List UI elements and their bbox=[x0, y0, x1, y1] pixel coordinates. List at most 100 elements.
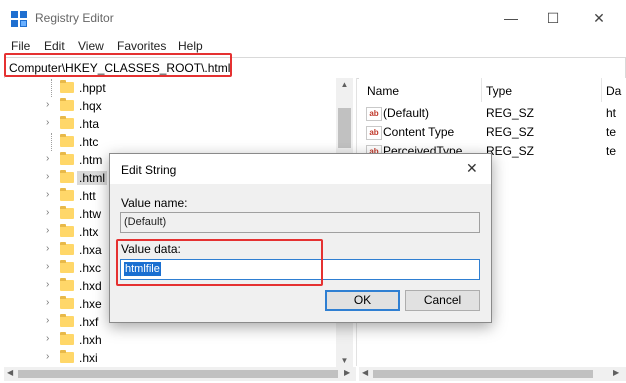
list-item[interactable]: ab (Default) REG_SZ ht bbox=[359, 104, 626, 122]
expand-chevron-icon[interactable]: › bbox=[46, 315, 49, 326]
tree-item-label: .hxf bbox=[79, 315, 99, 329]
folder-icon bbox=[60, 134, 74, 147]
tree-item-label: .htc bbox=[79, 135, 99, 149]
expand-chevron-icon[interactable]: › bbox=[46, 99, 49, 110]
close-button[interactable]: ✕ bbox=[576, 0, 622, 36]
folder-icon bbox=[60, 98, 74, 111]
tree-item[interactable]: › .hxh bbox=[4, 331, 334, 349]
folder-icon bbox=[60, 152, 74, 165]
value-type: REG_SZ bbox=[486, 144, 535, 158]
string-value-icon: ab bbox=[366, 126, 382, 140]
folder-icon bbox=[60, 80, 74, 93]
tree-item-label: .htm bbox=[79, 153, 103, 167]
expand-chevron-icon[interactable]: › bbox=[46, 297, 49, 308]
cancel-button[interactable]: Cancel bbox=[405, 290, 480, 311]
value-data: te bbox=[606, 125, 617, 139]
expand-chevron-icon[interactable]: › bbox=[46, 153, 49, 164]
value-name: Content Type bbox=[383, 125, 455, 139]
menu-help[interactable]: Help bbox=[178, 39, 203, 53]
scroll-up-arrow-icon[interactable]: ▲ bbox=[336, 80, 353, 89]
expand-chevron-icon[interactable]: › bbox=[46, 225, 49, 236]
folder-icon bbox=[60, 206, 74, 219]
column-type-header[interactable]: Type bbox=[486, 84, 512, 98]
value-name: (Default) bbox=[383, 106, 430, 120]
folder-icon bbox=[60, 224, 74, 237]
tree-item-label: .html bbox=[77, 171, 108, 185]
column-divider[interactable] bbox=[481, 78, 482, 102]
scroll-thumb[interactable] bbox=[18, 370, 338, 378]
tree-item-label: .htt bbox=[79, 189, 96, 203]
ok-button[interactable]: OK bbox=[325, 290, 400, 311]
minimize-button[interactable]: — bbox=[488, 0, 534, 36]
registry-editor-icon bbox=[11, 11, 27, 27]
value-data: ht bbox=[606, 106, 617, 120]
tree-item-label: .hxi bbox=[79, 351, 98, 365]
folder-icon bbox=[60, 260, 74, 273]
folder-icon bbox=[60, 242, 74, 255]
tree-item-label: .hxd bbox=[79, 279, 102, 293]
tree-connector bbox=[51, 79, 58, 97]
scroll-down-arrow-icon[interactable]: ▼ bbox=[336, 356, 353, 365]
title-bar: Registry Editor — ☐ ✕ bbox=[0, 0, 626, 36]
expand-chevron-icon[interactable]: › bbox=[46, 351, 49, 362]
scroll-right-arrow-icon[interactable]: ▶ bbox=[613, 368, 619, 377]
string-value-icon: ab bbox=[366, 107, 382, 121]
expand-chevron-icon[interactable]: › bbox=[46, 171, 49, 182]
dialog-close-icon[interactable]: ✕ bbox=[466, 160, 478, 177]
menu-file[interactable]: File bbox=[11, 39, 30, 53]
list-horizontal-scrollbar[interactable]: ◀ ▶ bbox=[359, 367, 626, 381]
expand-chevron-icon[interactable]: › bbox=[46, 279, 49, 290]
tree-item-label: .hxa bbox=[79, 243, 102, 257]
expand-chevron-icon[interactable]: › bbox=[46, 189, 49, 200]
expand-chevron-icon[interactable]: › bbox=[46, 243, 49, 254]
expand-chevron-icon[interactable]: › bbox=[46, 207, 49, 218]
folder-icon bbox=[60, 188, 74, 201]
edit-string-dialog: Edit String ✕ Value name: (Default) Valu… bbox=[109, 153, 492, 323]
tree-horizontal-scrollbar[interactable]: ◀ ▶ bbox=[4, 367, 356, 381]
expand-chevron-icon[interactable]: › bbox=[46, 333, 49, 344]
scroll-thumb[interactable] bbox=[373, 370, 593, 378]
address-highlight-box bbox=[4, 53, 232, 77]
list-item[interactable]: ab Content Type REG_SZ te bbox=[359, 123, 626, 141]
scroll-right-arrow-icon[interactable]: ▶ bbox=[344, 368, 350, 377]
value-name-field: (Default) bbox=[120, 212, 480, 233]
expand-chevron-icon[interactable]: › bbox=[46, 261, 49, 272]
menu-edit[interactable]: Edit bbox=[44, 39, 65, 53]
maximize-button[interactable]: ☐ bbox=[530, 0, 576, 36]
value-data: te bbox=[606, 144, 617, 158]
folder-icon bbox=[60, 278, 74, 291]
tree-item-label: .hppt bbox=[79, 81, 106, 95]
tree-item[interactable]: › .hqx bbox=[4, 97, 334, 115]
value-type: REG_SZ bbox=[486, 125, 535, 139]
dialog-title: Edit String bbox=[121, 163, 177, 177]
menu-view[interactable]: View bbox=[78, 39, 104, 53]
tree-item-label: .htw bbox=[79, 207, 102, 221]
tree-item-label: .htx bbox=[79, 225, 99, 239]
tree-item[interactable]: › .hxi bbox=[4, 349, 334, 366]
folder-icon bbox=[60, 296, 74, 309]
column-data-header[interactable]: Da bbox=[606, 84, 621, 98]
tree-item[interactable]: .htc bbox=[4, 133, 334, 151]
tree-item-label: .hxh bbox=[79, 333, 102, 347]
tree-item[interactable]: › .hta bbox=[4, 115, 334, 133]
expand-chevron-icon[interactable]: › bbox=[46, 117, 49, 128]
menu-favorites[interactable]: Favorites bbox=[117, 39, 166, 53]
folder-icon bbox=[60, 332, 74, 345]
value-type: REG_SZ bbox=[486, 106, 535, 120]
value-data-highlight-box bbox=[116, 239, 323, 286]
scroll-left-arrow-icon[interactable]: ◀ bbox=[362, 368, 368, 377]
column-divider[interactable] bbox=[601, 78, 602, 102]
tree-item-label: .hta bbox=[79, 117, 100, 131]
scroll-left-arrow-icon[interactable]: ◀ bbox=[7, 368, 13, 377]
scroll-thumb[interactable] bbox=[338, 108, 351, 148]
folder-icon bbox=[60, 350, 74, 363]
window-title: Registry Editor bbox=[35, 11, 114, 25]
tree-item-label: .hqx bbox=[79, 99, 102, 113]
tree-item[interactable]: .hppt bbox=[4, 79, 334, 97]
folder-icon bbox=[60, 116, 74, 129]
column-name-header[interactable]: Name bbox=[367, 84, 399, 98]
dialog-title-bar: Edit String ✕ bbox=[110, 154, 491, 184]
value-name-label: Value name: bbox=[121, 196, 188, 210]
tree-item-label: .hxe bbox=[79, 297, 102, 311]
folder-icon bbox=[60, 170, 74, 183]
